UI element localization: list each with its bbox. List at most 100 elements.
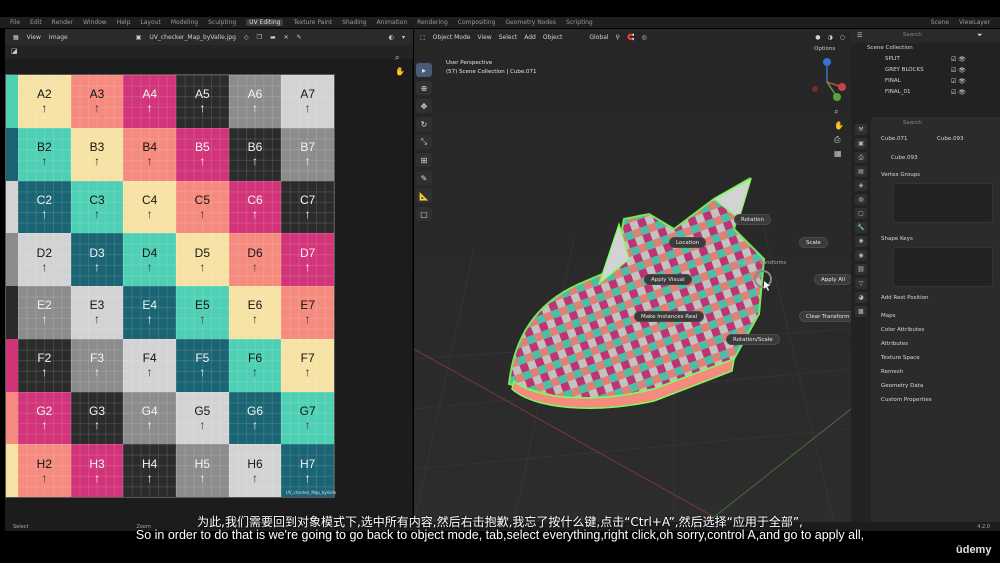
uv-menu-image[interactable]: Image	[49, 34, 68, 41]
menu-file[interactable]: File	[10, 19, 20, 26]
outliner-item-grey-blocks[interactable]: GREY BLOCKS	[885, 67, 924, 73]
add-cube-tool[interactable]: ▢	[416, 207, 432, 221]
checkbox-icon[interactable]: ☑ 👁	[951, 78, 966, 85]
move-tool[interactable]: ✥	[416, 99, 432, 113]
scale-tool[interactable]: ⤡	[416, 135, 432, 149]
overlay-icon[interactable]: ◐	[389, 34, 394, 41]
tab-modeling[interactable]: Modeling	[171, 19, 198, 26]
render-tab-icon[interactable]: ▣	[855, 138, 867, 149]
menu-edit[interactable]: Edit	[30, 19, 42, 26]
particles-tab-icon[interactable]: ✺	[855, 236, 867, 247]
tab-geometry-nodes[interactable]: Geometry Nodes	[505, 19, 556, 26]
copy-icon[interactable]: ❐	[257, 34, 262, 41]
menu-window[interactable]: Window	[83, 19, 107, 26]
shading-rendered-icon[interactable]: ○	[840, 34, 845, 41]
navigation-gizmo[interactable]	[807, 57, 847, 107]
uv-menu-view[interactable]: View	[27, 34, 41, 41]
tab-scripting[interactable]: Scripting	[566, 19, 593, 26]
image-browse-icon[interactable]: ▣	[136, 34, 142, 41]
pie-rotation-button[interactable]: Rotation	[734, 214, 772, 225]
editor-type-icon[interactable]: ▦	[13, 34, 19, 41]
sidebar-toggle-icon[interactable]: ▾	[402, 34, 405, 41]
folder-icon[interactable]: ▬	[270, 34, 276, 41]
remesh-section[interactable]: Remesh	[881, 369, 903, 375]
world-tab-icon[interactable]: ◍	[855, 194, 867, 205]
outliner-search[interactable]: Search	[903, 32, 922, 38]
mesh-datablock-field[interactable]: Cube.093	[891, 155, 917, 161]
menu-render[interactable]: Render	[52, 19, 73, 26]
output-tab-icon[interactable]: ⎙	[855, 152, 867, 163]
view-layer-selector[interactable]: ViewLayer	[959, 19, 990, 26]
physics-tab-icon[interactable]: ◉	[855, 250, 867, 261]
checkbox-icon[interactable]: ☑ 👁	[951, 67, 966, 74]
modifier-tab-icon[interactable]: 🔧	[855, 222, 867, 233]
rotate-tool[interactable]: ↻	[416, 117, 432, 131]
hand-icon[interactable]: ✋	[395, 67, 405, 76]
shape-keys-section[interactable]: Shape Keys	[881, 236, 913, 242]
grid-view-icon[interactable]: ▦	[834, 149, 842, 158]
tab-animation[interactable]: Animation	[377, 19, 408, 26]
scene-selector[interactable]: Scene	[931, 19, 949, 26]
add-rest-position-checkbox[interactable]: Add Rest Position	[881, 295, 929, 301]
tab-shading[interactable]: Shading	[342, 19, 366, 26]
pie-clear-transform-menu-button[interactable]: Clear Transform Menu	[799, 311, 851, 322]
color-attributes-section[interactable]: Color Attributes	[881, 327, 924, 333]
zoom-icon[interactable]: ⌕	[834, 107, 838, 117]
editor-type-icon[interactable]: ☰	[857, 32, 862, 39]
shape-keys-list[interactable]	[893, 247, 993, 287]
proportional-icon[interactable]: ◎	[641, 34, 646, 41]
outliner-item-final-01[interactable]: FINAL_01	[885, 89, 910, 95]
tab-compositing[interactable]: Compositing	[458, 19, 496, 26]
measure-tool[interactable]: 📐	[416, 189, 432, 203]
filter-icon[interactable]: ⏷	[977, 31, 983, 40]
attributes-section[interactable]: Attributes	[881, 341, 908, 347]
uv-maps-section[interactable]: Maps	[881, 313, 895, 319]
checkbox-icon[interactable]: ☑ 👁	[951, 56, 966, 63]
vp-menu-object[interactable]: Object	[543, 34, 563, 41]
orientation-dropdown[interactable]: Global	[589, 34, 608, 41]
material-tab-icon[interactable]: ◕	[855, 292, 867, 303]
outliner-scene-collection[interactable]: Scene Collection	[867, 45, 913, 51]
editor-type-icon[interactable]: ⬚	[420, 34, 426, 41]
vertex-groups-list[interactable]	[893, 183, 993, 223]
outliner-item-final[interactable]: FINAL	[885, 78, 901, 84]
annotate-tool[interactable]: ✎	[416, 171, 432, 185]
shield-icon[interactable]: ◇	[244, 34, 249, 41]
camera-icon[interactable]: ⎙	[834, 135, 840, 145]
tab-layout[interactable]: Layout	[140, 19, 160, 26]
pie-apply-all-button[interactable]: Apply All	[814, 274, 851, 285]
select-box-tool[interactable]: ▸	[416, 63, 432, 77]
shading-solid-icon[interactable]: ●	[815, 34, 820, 41]
pie-rotation-scale-button[interactable]: Rotation/Scale	[726, 334, 780, 345]
pie-apply-visual-button[interactable]: Apply Visual	[644, 274, 692, 285]
pin-icon[interactable]: ✎	[297, 34, 302, 41]
shading-material-icon[interactable]: ◑	[828, 34, 833, 41]
pie-location-button[interactable]: Location	[669, 237, 707, 248]
pie-scale-button[interactable]: Scale	[799, 237, 828, 248]
zoom-icon[interactable]: ⌕	[395, 53, 399, 63]
vp-menu-select[interactable]: Select	[499, 34, 518, 41]
tab-uv-editing[interactable]: UV Editing	[246, 19, 284, 26]
tab-sculpting[interactable]: Sculpting	[208, 19, 236, 26]
data-tab-icon[interactable]: ▽	[855, 278, 867, 289]
geometry-data-section[interactable]: Geometry Data	[881, 383, 923, 389]
outliner-item-split[interactable]: SPLIT	[885, 56, 900, 62]
object-tab-icon[interactable]: ▢	[855, 208, 867, 219]
constraints-tab-icon[interactable]: ⛓	[855, 264, 867, 275]
scene-tab-icon[interactable]: ◈	[855, 180, 867, 191]
image-name-field[interactable]: UV_checker_Map_byValle.jpg	[149, 34, 236, 41]
vertex-groups-section[interactable]: Vertex Groups	[881, 172, 920, 178]
view-layer-tab-icon[interactable]: ▤	[855, 166, 867, 177]
texture-tab-icon[interactable]: ▩	[855, 306, 867, 317]
texture-space-section[interactable]: Texture Space	[881, 355, 920, 361]
pivot-icon[interactable]: ⚲	[616, 34, 620, 41]
3d-viewport[interactable]: ⬚ Object Mode View Select Add Object Glo…	[414, 29, 851, 522]
hand-icon[interactable]: ✋	[834, 121, 844, 130]
checkbox-icon[interactable]: ☑ 👁	[951, 89, 966, 96]
tab-rendering[interactable]: Rendering	[417, 19, 448, 26]
properties-search[interactable]: Search	[903, 120, 922, 126]
menu-help[interactable]: Help	[117, 19, 131, 26]
vp-menu-view[interactable]: View	[477, 34, 491, 41]
cursor-tool[interactable]: ⊕	[416, 81, 432, 95]
snap-icon[interactable]: 🧲	[627, 34, 634, 41]
